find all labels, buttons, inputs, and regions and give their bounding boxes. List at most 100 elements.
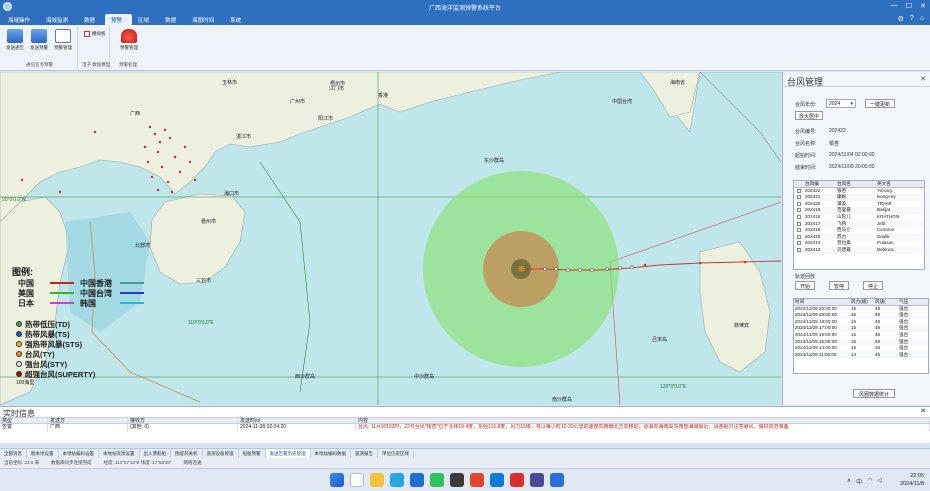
menu-item-6[interactable]: 海图时间 — [186, 14, 224, 25]
track-row[interactable]: 2024/11/09 17:00:00 15 48 强台 — [794, 325, 928, 332]
level-dot-icon — [16, 361, 22, 367]
zoom-center-button[interactable]: 放大居中 — [795, 111, 823, 120]
typhoon-list-row[interactable]: 202418 山陀儿 KRATHON — [794, 214, 924, 221]
checkbox-icon[interactable] — [797, 228, 801, 233]
close-icon[interactable]: ✕ — [920, 2, 926, 10]
typhoon-list-row[interactable]: 202419 百里嘉 Barijat — [794, 207, 924, 214]
bottom-tab[interactable]: 本地站编码数据 — [311, 449, 351, 458]
bottom-tab[interactable]: 本地站编码设置 — [59, 449, 99, 458]
track-row[interactable]: 2024/11/09 11:00:00 14 45 强台 — [794, 351, 928, 359]
checkbox-icon[interactable] — [797, 221, 801, 226]
maximize-icon[interactable]: ☐ — [906, 2, 912, 10]
bottom-tab[interactable]: 围堤开关机 — [171, 449, 203, 458]
typhoon-list-row[interactable]: 202416 西马仑 Cimaron — [794, 227, 924, 234]
typhoon-list-row[interactable]: 202415 苏力 Soulik — [794, 233, 924, 241]
track-row[interactable]: 2024/11/09 15:00:00 15 48 强台 — [794, 338, 928, 346]
ime-icon[interactable]: 中 — [856, 477, 862, 486]
bottom-tab[interactable]: 遥测报告 — [351, 449, 378, 458]
app-icon[interactable] — [550, 473, 564, 487]
panel-header: 台风管理 ✕ — [783, 72, 930, 87]
chevron-up-icon[interactable]: ∧ — [847, 477, 851, 486]
info-close-icon[interactable]: ✕ — [920, 407, 926, 415]
app-icon[interactable] — [510, 473, 524, 487]
bottom-tab[interactable]: 单位历史区域 — [378, 449, 414, 458]
file-explorer-icon[interactable] — [370, 473, 384, 487]
track-force: 15 — [851, 318, 857, 324]
minimize-icon[interactable]: — — [891, 2, 898, 10]
play-pause-button[interactable]: 暂停 — [829, 281, 849, 290]
menu-item-3[interactable]: 预警 — [105, 14, 133, 25]
typhoon-list-row[interactable]: 202420 潭美 TRAMI — [794, 201, 924, 208]
play-start-button[interactable]: 开始 — [795, 281, 815, 290]
bottom-tab[interactable]: 全部消息 — [0, 449, 27, 458]
warning-admin-button[interactable]: 预警管理 — [116, 29, 142, 51]
legend-title: 图例: — [12, 267, 33, 277]
typhoon-center-icon[interactable]: ❋ — [518, 265, 526, 275]
search-icon[interactable] — [350, 473, 364, 487]
checkbox-icon[interactable] — [797, 201, 801, 206]
menu-item-5[interactable]: 数据 — [159, 14, 186, 25]
update-button[interactable]: 一键更新 — [865, 99, 895, 108]
checkbox-icon[interactable] — [797, 241, 801, 246]
typhoon-list-row[interactable]: 202422 银杏 Yinxing — [794, 188, 924, 195]
clock[interactable]: 22:05 2024/11/8 — [900, 472, 924, 488]
typhoon-list-row[interactable]: 202414 普拉桑 Pulasan — [794, 240, 924, 247]
simulate-checkbox[interactable]: 模拟统 — [84, 31, 106, 37]
track-row[interactable]: 2024/11/09 14:00:00 15 48 强台 — [794, 345, 928, 352]
checkbox-icon[interactable] — [797, 234, 801, 239]
checkbox-icon[interactable] — [797, 195, 801, 200]
help-icon[interactable]: ? — [910, 15, 914, 23]
checkbox-icon[interactable] — [797, 214, 801, 219]
typhoon-list-row[interactable]: 202417 飞燕 Jebi — [794, 220, 924, 228]
telegram-icon[interactable] — [390, 473, 404, 487]
warning-manage-button[interactable]: 预警管理 — [52, 29, 74, 51]
typhoon-list-row[interactable]: 202421 康妮 Kong-rey — [794, 194, 924, 201]
siren-icon — [121, 29, 137, 43]
track-row[interactable]: 2024/11/09 20:00:00 15 48 强台 — [794, 306, 928, 313]
typhoon-list[interactable]: 台风编 台风名 英文名 202422 银杏 Yinxing 202421 康妮 Kong-… — [793, 180, 925, 270]
bottom-tab[interactable]: 船舶预警 — [239, 449, 266, 458]
track-row[interactable]: 2024/11/09 18:00:00 15 48 强台 — [794, 319, 928, 326]
track-table[interactable]: 时间 风力(级) 风速( 气压 2024/11/09 20:00:00 15 48 强… — [793, 298, 929, 374]
home-icon[interactable]: ⌂ — [920, 15, 924, 23]
play-stop-button[interactable]: 停止 — [863, 281, 883, 290]
checkbox-icon[interactable] — [797, 208, 801, 213]
bottom-tab[interactable]: 本地站资源设置 — [99, 449, 140, 458]
start-icon[interactable] — [330, 473, 344, 487]
edge-icon[interactable] — [490, 473, 504, 487]
user-icon[interactable]: ⚙ — [898, 15, 904, 23]
map-view[interactable]: ❋ 玉林市 梧州市 江门市 广州市 阳江市 香港 湛江市 海口市 东沙群岛 儋州市 三亚市 西沙群岛中… — [0, 72, 781, 405]
track-row[interactable]: 2024/11/09 16:00:00 15 48 强台 — [794, 332, 928, 339]
menu-item-0[interactable]: 海域操作 — [2, 14, 40, 25]
app-icon[interactable] — [410, 473, 424, 487]
map-scale: 100海里 — [16, 380, 35, 386]
menu-item-4[interactable]: 区域 — [132, 14, 159, 25]
checkbox-icon[interactable] — [797, 247, 801, 252]
send-notice-button[interactable]: 发送通告 — [4, 29, 26, 51]
menu-item-7[interactable]: 系统 — [224, 14, 251, 25]
checkbox-icon[interactable] — [797, 188, 801, 193]
info-row[interactable]: 告警 广西 (其他: 0) 2024-11-08 02:04:20 台风: 11… — [0, 424, 930, 431]
app-icon[interactable] — [530, 473, 544, 487]
bottom-tab[interactable]: 图本地设置 — [27, 449, 59, 458]
track-time: 2024/11/09 11:00:00 — [795, 351, 837, 357]
wechat-icon[interactable] — [430, 473, 444, 487]
year-select[interactable]: 2024 ▾ — [826, 99, 856, 108]
bottom-tab[interactable]: 遥测设备管理 — [203, 449, 239, 458]
menu-item-2[interactable]: 数据 — [78, 14, 105, 25]
volume-icon[interactable]: ◁ — [877, 477, 882, 486]
wind-stats-button[interactable]: 风圈数据统计 — [853, 389, 895, 398]
app-icon[interactable] — [450, 473, 464, 487]
menu-item-1[interactable]: 海域监测 — [40, 14, 78, 25]
track-row[interactable]: 2024/11/09 19:00:00 15 48 强台 — [794, 312, 928, 319]
typhoon-name: 银杏 — [837, 187, 847, 193]
typhoon-list-row[interactable]: 202413 贝碧嘉 Bebinca — [794, 246, 924, 254]
bottom-tab[interactable]: 出入港船舶 — [140, 449, 171, 458]
send-warning-button[interactable]: 发送预警 — [28, 29, 50, 51]
wifi-icon[interactable]: ◠ — [867, 477, 872, 486]
bottom-tab[interactable]: 发送告警历史管理 — [265, 449, 311, 458]
app-icon[interactable] — [470, 473, 484, 487]
legend-countries: 中国 中国香港 美国 中国台湾 日本 韩国 — [18, 278, 150, 308]
typhoon-panel: 台风管理 ✕ 台风年份: 2024 ▾ 一键更新 放大居中 台风编号: 20242… — [782, 72, 930, 405]
panel-close-icon[interactable]: ✕ — [920, 75, 926, 83]
